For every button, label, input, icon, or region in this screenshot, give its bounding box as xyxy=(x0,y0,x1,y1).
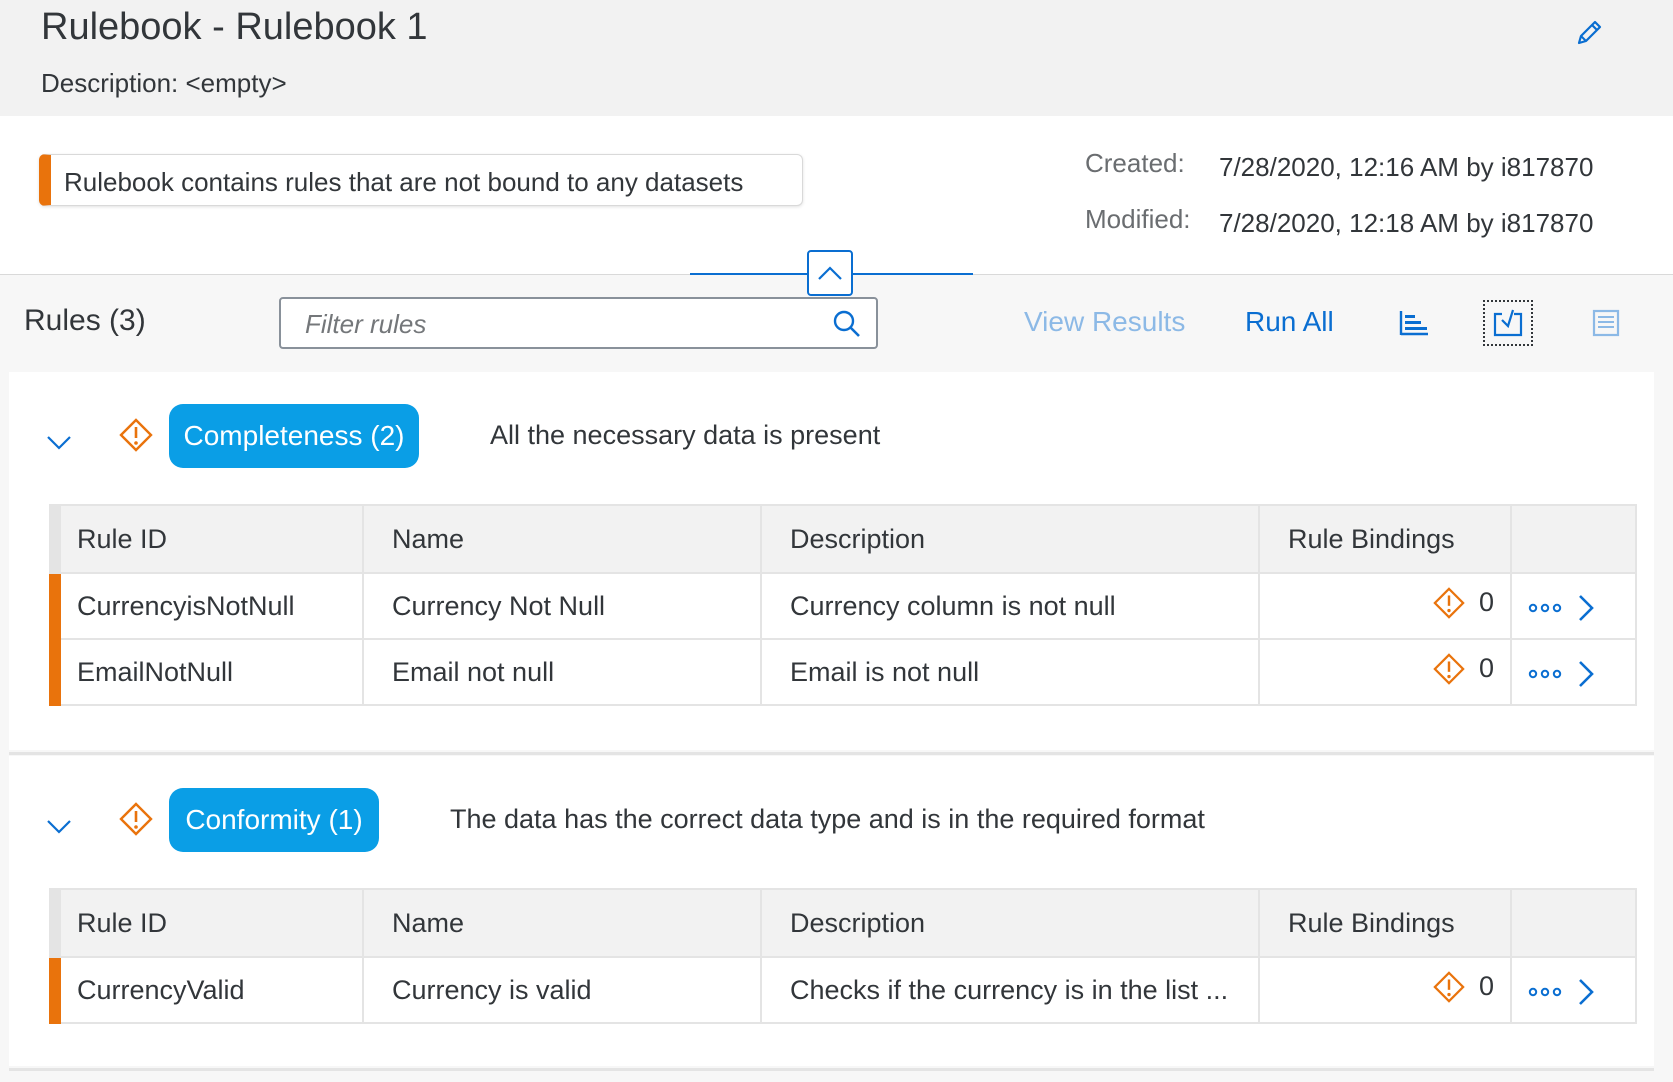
warning-diamond-icon xyxy=(1433,970,1465,1003)
row-actions-cell xyxy=(1511,639,1637,706)
rule-description-cell: Currency column is not null xyxy=(761,573,1260,640)
category-conformity-button[interactable]: Conformity (1) xyxy=(169,788,379,852)
run-all-button[interactable]: Run All xyxy=(1245,306,1334,338)
view-results-button[interactable]: View Results xyxy=(1024,306,1185,338)
warning-diamond-icon xyxy=(1433,652,1465,685)
warning-message-strip: Rulebook contains rules that are not bou… xyxy=(39,154,803,206)
binding-count: 0 xyxy=(1478,971,1494,1001)
rule-bindings-cell: 0 xyxy=(1259,639,1512,706)
section-divider xyxy=(9,1068,1654,1071)
table-row[interactable]: CurrencyValid Currency is valid Checks i… xyxy=(49,957,1637,1024)
rule-description-cell: Checks if the currency is in the list ..… xyxy=(761,957,1260,1024)
binding-count: 0 xyxy=(1478,653,1494,683)
table-header-row: Rule ID Name Description Rule Bindings xyxy=(49,505,1637,574)
rule-id-cell: CurrencyValid xyxy=(49,957,364,1024)
warning-message-text: Rulebook contains rules that are not bou… xyxy=(64,167,744,197)
filter-rules-input[interactable] xyxy=(303,307,807,341)
filter-rules-field[interactable] xyxy=(279,297,878,349)
document-icon xyxy=(1592,309,1620,337)
column-header-description: Description xyxy=(761,505,1260,574)
section-divider xyxy=(9,752,1654,755)
modified-label: Modified: xyxy=(1085,204,1191,234)
modified-value: 7/28/2020, 12:18 AM by i817870 xyxy=(1219,208,1594,238)
category-description: All the necessary data is present xyxy=(490,420,881,450)
rule-id-cell: EmailNotNull xyxy=(49,639,364,706)
sort-button[interactable] xyxy=(1389,300,1439,346)
import-button[interactable] xyxy=(1483,300,1533,346)
rules-table-completeness: Rule ID Name Description Rule Bindings C… xyxy=(49,504,1637,706)
table-row[interactable]: CurrencyisNotNull Currency Not Null Curr… xyxy=(49,573,1637,640)
binding-count: 0 xyxy=(1478,587,1494,617)
rules-table-conformity: Rule ID Name Description Rule Bindings C… xyxy=(49,888,1637,1024)
table-row[interactable]: EmailNotNull Email not null Email is not… xyxy=(49,639,1637,706)
rule-name-cell: Currency is valid xyxy=(363,957,762,1024)
rule-bindings-cell: 0 xyxy=(1259,957,1512,1024)
sort-icon xyxy=(1399,311,1428,336)
page-title: Rulebook - Rulebook 1 xyxy=(41,6,428,48)
column-header-rule-id: Rule ID xyxy=(49,505,364,574)
category-panel-conformity: Conformity (1) The data has the correct … xyxy=(9,756,1654,1066)
category-description: The data has the correct data type and i… xyxy=(450,804,1205,834)
rule-name-cell: Email not null xyxy=(363,639,762,706)
column-header-name: Name xyxy=(363,889,762,958)
navigate-chevron-right-icon[interactable] xyxy=(1576,659,1596,689)
pencil-icon xyxy=(1577,20,1602,45)
column-header-rule-bindings: Rule Bindings xyxy=(1259,505,1512,574)
edit-button[interactable] xyxy=(1570,12,1610,52)
row-actions-cell xyxy=(1511,957,1637,1024)
chevron-down-icon[interactable] xyxy=(45,812,73,840)
created-label: Created: xyxy=(1085,148,1185,178)
page-description: Description: <empty> xyxy=(41,68,287,98)
rule-description-cell: Email is not null xyxy=(761,639,1260,706)
collapse-header-button[interactable] xyxy=(807,250,853,296)
column-header-name: Name xyxy=(363,505,762,574)
navigate-chevron-right-icon[interactable] xyxy=(1576,593,1596,623)
rule-name-cell: Currency Not Null xyxy=(363,573,762,640)
column-header-actions xyxy=(1511,889,1637,958)
import-icon xyxy=(1493,309,1523,337)
more-actions-icon[interactable] xyxy=(1528,603,1562,613)
more-actions-icon[interactable] xyxy=(1528,987,1562,997)
details-button[interactable] xyxy=(1581,300,1631,346)
category-completeness-button[interactable]: Completeness (2) xyxy=(169,404,419,468)
column-header-description: Description xyxy=(761,889,1260,958)
header-divider-left xyxy=(690,273,807,275)
page-header: Rulebook - Rulebook 1 Description: <empt… xyxy=(0,0,1673,116)
created-value: 7/28/2020, 12:16 AM by i817870 xyxy=(1219,152,1594,182)
chevron-up-icon xyxy=(818,266,842,280)
warning-diamond-icon xyxy=(119,802,153,836)
rules-count-title: Rules (3) xyxy=(24,304,146,337)
column-header-rule-bindings: Rule Bindings xyxy=(1259,889,1512,958)
column-header-rule-id: Rule ID xyxy=(49,889,364,958)
table-header-row: Rule ID Name Description Rule Bindings xyxy=(49,889,1637,958)
navigate-chevron-right-icon[interactable] xyxy=(1576,977,1596,1007)
warning-diamond-icon xyxy=(119,418,153,452)
rule-bindings-cell: 0 xyxy=(1259,573,1512,640)
header-divider-right xyxy=(853,273,973,275)
column-header-actions xyxy=(1511,505,1637,574)
row-actions-cell xyxy=(1511,573,1637,640)
more-actions-icon[interactable] xyxy=(1528,669,1562,679)
category-panel-completeness: Completeness (2) All the necessary data … xyxy=(9,372,1654,750)
warning-diamond-icon xyxy=(1433,586,1465,619)
rule-id-cell: CurrencyisNotNull xyxy=(49,573,364,640)
search-icon[interactable] xyxy=(832,309,862,344)
chevron-down-icon[interactable] xyxy=(45,428,73,456)
